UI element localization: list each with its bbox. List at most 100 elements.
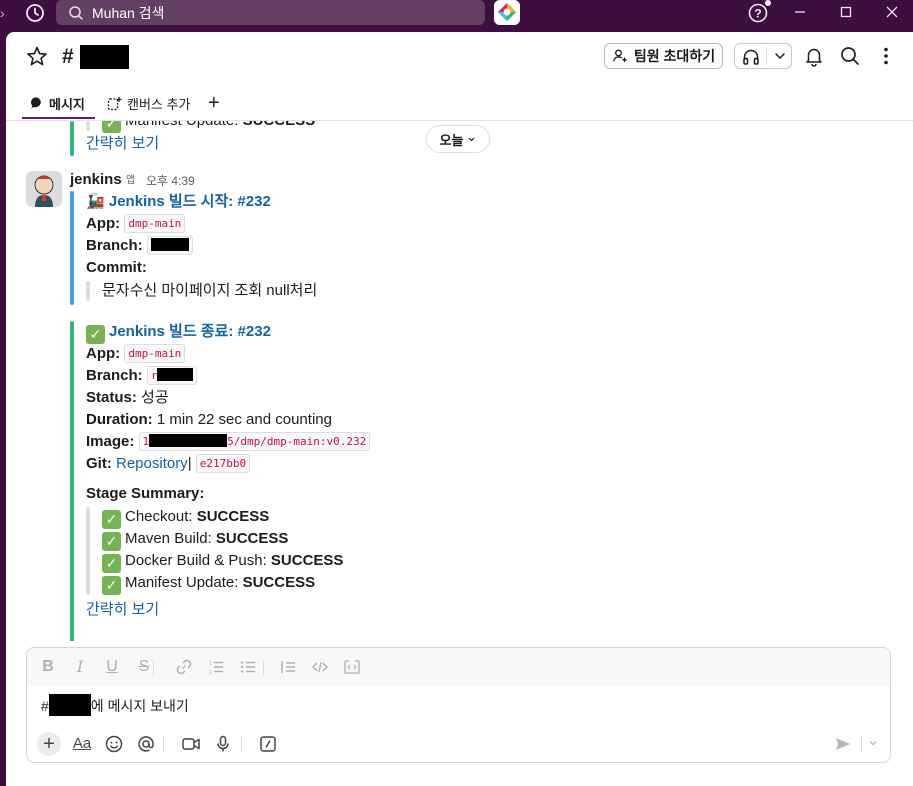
message-composer[interactable]: B I U S 1 2 # 에 메시지 보내기 + Aa [26, 647, 891, 763]
field-label: Status: [86, 389, 137, 406]
notification-dot [765, 0, 771, 6]
code-value: dmp-main [124, 214, 186, 233]
stage-line: ✓ Manifest Update: SUCCESS [102, 573, 315, 595]
channel-hash[interactable]: # [62, 44, 74, 70]
input-hash: # [41, 698, 49, 714]
quote-bar [86, 281, 90, 301]
code-block-icon[interactable] [343, 658, 361, 676]
maximize-icon[interactable] [838, 4, 854, 20]
close-icon[interactable] [884, 4, 900, 20]
search-icon [69, 5, 83, 20]
bullet-list-icon[interactable] [239, 658, 257, 676]
build-finish-title[interactable]: ✓ Jenkins 빌드 종료: #232 [86, 322, 271, 344]
field-label: Git: [86, 455, 112, 472]
duration-value: 1 min 22 sec and counting [156, 411, 332, 428]
divider [163, 736, 164, 752]
status-row: Status: 성공 [86, 388, 169, 408]
svg-text:1: 1 [209, 661, 212, 667]
check-mark-icon: ✓ [102, 121, 121, 133]
workspace-search[interactable]: Muhan 검색 [56, 0, 485, 25]
tab-canvas[interactable]: 캔버스 추가 [107, 88, 190, 118]
commit-message: 문자수신 마이페이지 조회 null처리 [102, 282, 318, 299]
collapse-link[interactable]: 간략히 보기 [86, 134, 159, 154]
avatar[interactable] [26, 171, 62, 207]
channel-name-redacted[interactable] [80, 45, 129, 69]
duration-row: Duration: 1 min 22 sec and counting [86, 410, 332, 430]
formatting-toolbar: B I U S 1 2 [27, 648, 890, 686]
mention-icon[interactable] [135, 733, 157, 755]
history-icon[interactable] [24, 2, 46, 24]
search-icon[interactable] [838, 44, 862, 68]
redacted-branch [150, 238, 189, 251]
underline-icon[interactable]: U [103, 658, 121, 676]
slash-command-icon[interactable] [257, 733, 279, 755]
minimize-icon[interactable] [792, 4, 808, 20]
message-input[interactable]: # 에 메시지 보내기 [41, 694, 189, 716]
video-icon[interactable] [180, 733, 202, 755]
field-label: Stage Summary: [86, 485, 205, 502]
stage-name: Checkout: [125, 508, 197, 525]
divider [861, 736, 862, 752]
collapse-link[interactable]: 간략히 보기 [86, 600, 159, 620]
star-icon[interactable] [24, 44, 50, 70]
field-label: Image: [86, 433, 135, 450]
link-icon[interactable] [175, 658, 193, 676]
redacted-channel [48, 694, 91, 716]
check-mark-icon: ✓ [102, 532, 121, 551]
chevron-down-icon[interactable] [773, 49, 787, 63]
microphone-icon[interactable] [212, 733, 234, 755]
stage-line: ✓ Checkout: SUCCESS [102, 507, 269, 529]
divider [766, 47, 767, 65]
divider [241, 736, 242, 752]
chevron-down-icon[interactable] [867, 737, 879, 749]
branch-visible: r [150, 369, 158, 382]
app-badge: 앱 [126, 175, 136, 186]
add-tab-button[interactable]: + [208, 88, 220, 118]
repository-link[interactable]: Repository [116, 455, 188, 472]
huddle-button-group[interactable] [734, 43, 792, 69]
code-value: dmp-main [124, 344, 186, 363]
field-label: Duration: [86, 411, 153, 428]
text-format-icon[interactable]: Aa [71, 733, 93, 755]
forward-arrow-icon[interactable]: › [0, 4, 10, 22]
separator: | [187, 455, 192, 472]
more-vertical-icon[interactable] [874, 44, 898, 68]
stage-status: SUCCESS [196, 508, 270, 525]
build-finish-title-text: Jenkins 빌드 종료: #232 [109, 323, 271, 340]
check-mark-icon: ✓ [102, 554, 121, 573]
tab-messages[interactable]: 메시지 [30, 88, 85, 118]
ordered-list-icon[interactable]: 1 2 [207, 658, 225, 676]
message-list[interactable]: ✓Manifest Update: SUCCESS 간략히 보기 오늘 jenk… [6, 121, 913, 641]
field-label: App: [86, 345, 121, 362]
plus-icon[interactable]: + [38, 733, 60, 755]
invite-members-button[interactable]: 팀원 초대하기 [604, 43, 723, 69]
message-time[interactable]: 오후 4:39 [146, 171, 195, 191]
redacted-branch [157, 368, 194, 381]
app-logo-icon[interactable] [494, 0, 520, 25]
status-value: 성공 [141, 389, 169, 406]
search-placeholder: Muhan 검색 [92, 4, 165, 21]
code-icon[interactable] [311, 658, 329, 676]
check-mark-icon: ✓ [86, 325, 105, 344]
build-start-title[interactable]: 🚂 Jenkins 빌드 시작: #232 [86, 192, 271, 212]
notification-bell-icon[interactable] [802, 44, 826, 68]
headphones-icon[interactable] [741, 47, 761, 67]
prev-stage-line: ✓ Manifest Update: SUCCESS [102, 121, 315, 133]
bold-icon[interactable]: B [39, 658, 57, 676]
date-divider-button[interactable]: 오늘 [426, 125, 490, 153]
emoji-icon[interactable] [103, 733, 125, 755]
stage-name: Manifest Update: [125, 574, 243, 591]
date-label: 오늘 [439, 132, 464, 148]
send-icon[interactable] [833, 734, 853, 754]
sender-name[interactable]: jenkins [70, 170, 122, 190]
field-label: Commit: [86, 259, 147, 276]
italic-icon[interactable]: I [71, 658, 89, 676]
commit-hash-code[interactable]: e217bb0 [195, 454, 251, 473]
blockquote-icon[interactable] [279, 658, 297, 676]
strikethrough-icon[interactable]: S [135, 658, 153, 676]
divider [153, 660, 154, 676]
active-tab-indicator [22, 117, 95, 119]
stage-line: ✓ Docker Build & Push: SUCCESS [102, 551, 343, 573]
check-mark-icon: ✓ [102, 576, 121, 595]
branch-row: Branch: [86, 236, 193, 256]
